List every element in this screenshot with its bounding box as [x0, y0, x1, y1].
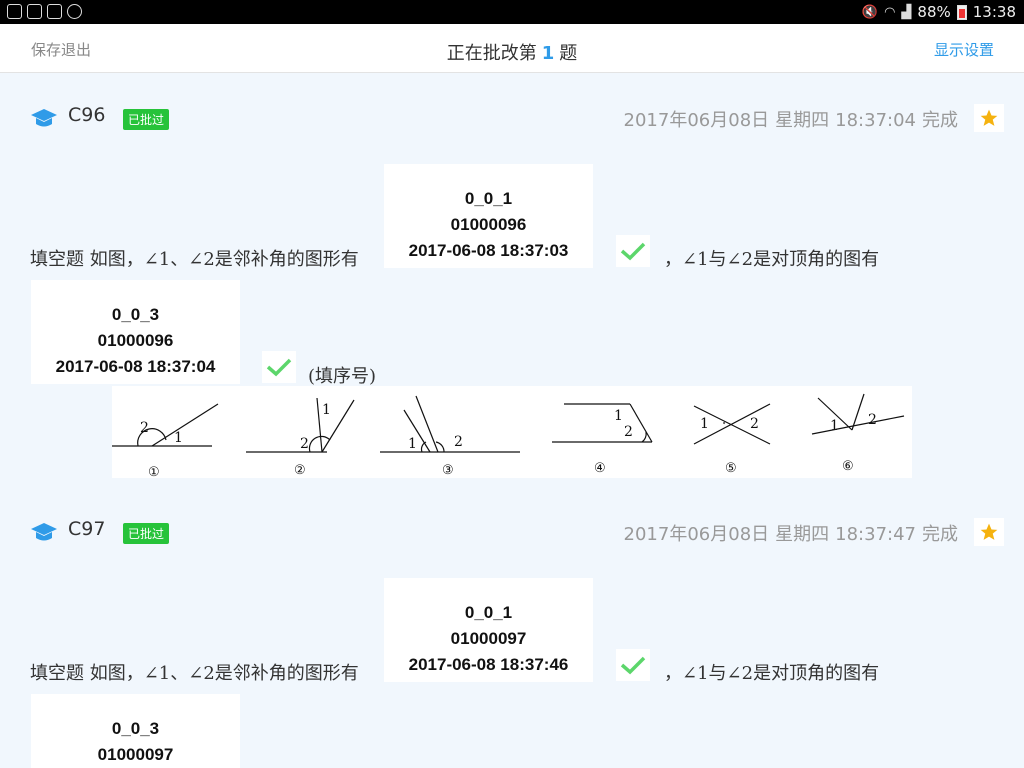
wifi-icon: ◠ [884, 4, 896, 20]
star-icon [980, 109, 998, 126]
svg-text:1: 1 [322, 402, 331, 418]
svg-text:2: 2 [624, 424, 633, 440]
status-badge: 已批过 [123, 523, 170, 544]
correct-mark[interactable] [262, 351, 296, 383]
question-text-2: ，∠1与∠2是对顶角的图有 [664, 663, 880, 684]
student-id: C97 [68, 518, 106, 540]
notification-icon [27, 4, 42, 19]
check-icon [620, 656, 646, 675]
top-bar: 保存退出 正在批改第 1 题 显示设置 [0, 24, 1024, 73]
fill-hint: (填序号) [308, 366, 377, 387]
svg-text:1: 1 [174, 430, 183, 446]
figure-label: ④ [594, 461, 606, 476]
status-badge: 已批过 [123, 109, 170, 130]
signal-icon: ▟ [901, 4, 912, 20]
notification-icon [47, 4, 62, 19]
notification-icon [7, 4, 22, 19]
check-icon [620, 242, 646, 261]
status-bar: 🔇 ◠ ▟ 88% 13:38 [0, 0, 1024, 24]
svg-text:2: 2 [140, 420, 149, 436]
clock: 13:38 [972, 3, 1016, 21]
figure-label: ⑥ [842, 459, 854, 474]
angle-figures: 21 12 12 12 12 12 ① ② ③ ④ ⑤ ⑥ [112, 386, 912, 480]
answer-image[interactable]: 0_0_3 01000097 [31, 694, 240, 768]
mute-icon: 🔇 [861, 4, 879, 20]
correct-mark[interactable] [616, 235, 650, 267]
display-settings-button[interactable]: 显示设置 [934, 39, 994, 60]
question-text-2: ，∠1与∠2是对顶角的图有 [664, 249, 880, 270]
svg-text:2: 2 [300, 436, 309, 452]
answer-image[interactable]: 0_0_1 01000097 2017-06-08 18:37:46 [384, 578, 593, 682]
figure-label: ③ [442, 463, 454, 478]
figure-label: ⑤ [725, 461, 737, 476]
check-icon [266, 358, 292, 377]
figure-label: ② [294, 463, 306, 478]
favorite-button[interactable] [974, 104, 1004, 132]
battery-icon [956, 4, 967, 20]
svg-text:2: 2 [750, 416, 759, 432]
page-title: 正在批改第 1 题 [446, 43, 578, 64]
graduation-cap-icon [31, 109, 57, 127]
battery-percent: 88% [917, 3, 951, 21]
star-icon [980, 523, 998, 540]
svg-text:1: 1 [408, 436, 417, 452]
svg-text:1: 1 [700, 416, 709, 432]
svg-text:2: 2 [868, 412, 877, 428]
finish-time: 2017年06月08日 星期四 18:37:04 完成 [623, 110, 958, 131]
figure-label: ① [148, 465, 160, 478]
svg-text:1: 1 [614, 408, 623, 424]
answer-image[interactable]: 0_0_3 01000096 2017-06-08 18:37:04 [31, 280, 240, 384]
record-card: C97 已批过 2017年06月08日 星期四 18:37:47 完成 填空题 如图，… [0, 518, 1024, 768]
finish-time: 2017年06月08日 星期四 18:37:47 完成 [623, 524, 958, 545]
question-text: 填空题 如图，∠1、∠2是邻补角的图形有 [30, 663, 359, 684]
graduation-cap-icon [31, 523, 57, 541]
figure-labels: 21 12 12 12 12 12 [140, 402, 877, 452]
question-text: 填空题 如图，∠1、∠2是邻补角的图形有 [30, 249, 359, 270]
favorite-button[interactable] [974, 518, 1004, 546]
student-id: C96 [68, 104, 106, 126]
svg-text:1: 1 [830, 418, 839, 434]
answer-image[interactable]: 0_0_1 01000096 2017-06-08 18:37:03 [384, 164, 593, 268]
svg-text:2: 2 [454, 434, 463, 450]
record-card: C96 已批过 2017年06月08日 星期四 18:37:04 完成 填空题 如图，… [0, 104, 1024, 504]
question-number: 1 [541, 43, 555, 64]
blocked-icon [67, 4, 82, 19]
correct-mark[interactable] [616, 649, 650, 681]
